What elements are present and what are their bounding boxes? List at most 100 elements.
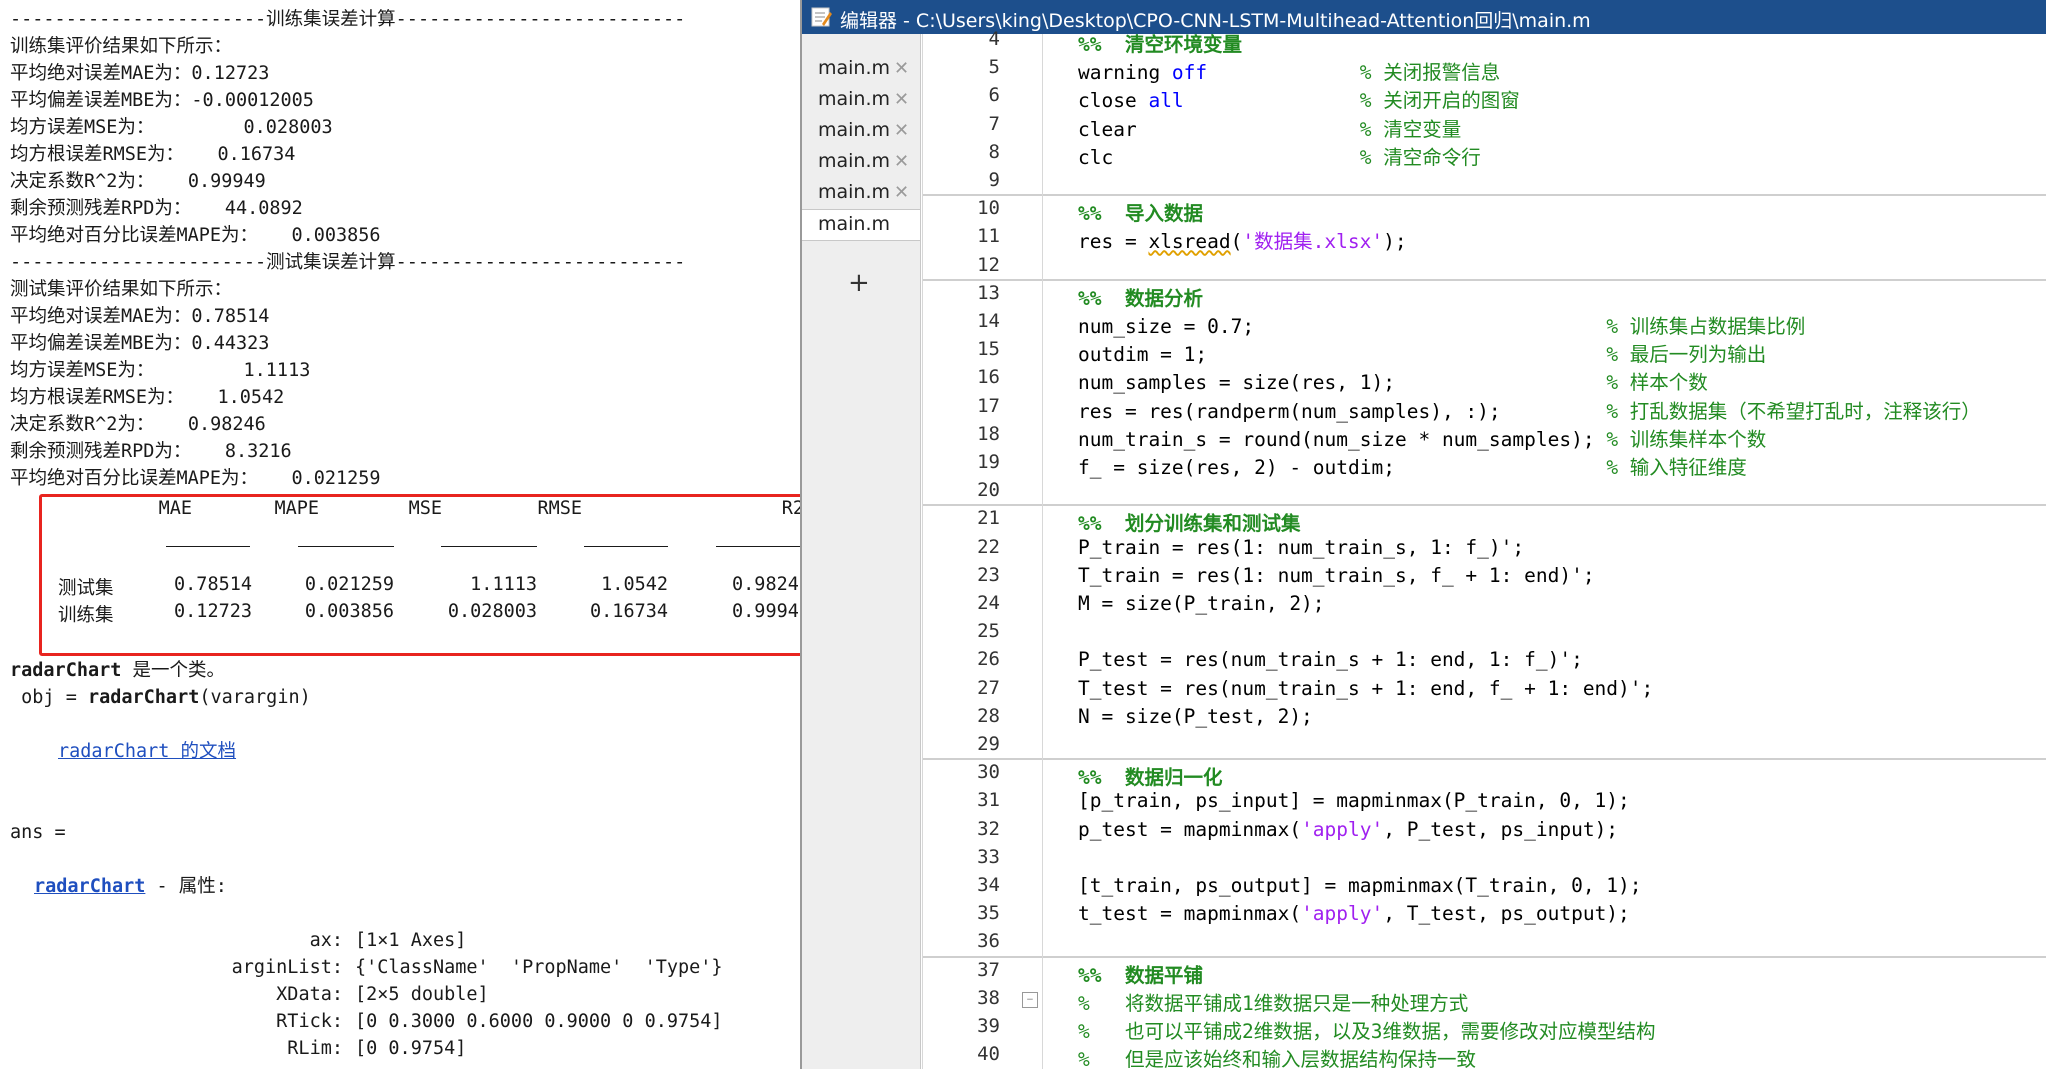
line-number: 30: [977, 761, 1000, 784]
doc-link[interactable]: radarChart 的文档: [58, 738, 236, 765]
line-number: 13: [977, 281, 1000, 304]
close-tab-icon[interactable]: ✕: [894, 58, 909, 79]
output-line: 平均偏差误差MBE为：0.44323: [10, 333, 270, 354]
file-tab-label: main.m: [818, 181, 891, 203]
file-tab[interactable]: main.m ✕: [802, 85, 920, 115]
line-number: 29: [977, 733, 1000, 755]
line-number: 10: [977, 197, 1000, 220]
obj-line-pre: obj =: [10, 687, 88, 708]
output-line: 平均绝对误差MAE为：0.12723: [10, 63, 270, 84]
command-window[interactable]: -----------------------训练集误差计算----------…: [0, 0, 800, 1069]
section-divider: [922, 504, 2046, 507]
line-number: 36: [977, 930, 1000, 953]
code-line: warning off % 关闭报警信息: [1078, 61, 1501, 85]
property-value: [0 0.3000 0.6000 0.9000 0 0.9754]: [355, 1011, 723, 1032]
ans-line: ans =: [10, 822, 66, 843]
output-line: 平均绝对百分比误差MAPE为： 0.003856: [10, 225, 381, 246]
line-number: 21: [977, 507, 1000, 530]
line-number: 14: [977, 310, 1000, 332]
gutter-divider: [922, 34, 923, 1069]
code-section-header: %% 划分训练集和测试集: [1078, 512, 1301, 536]
editor-window[interactable]: 编辑器 - C:\Users\king\Desktop\CPO-CNN-LSTM…: [800, 0, 2046, 1071]
line-number: 15: [977, 338, 1000, 361]
code-line: close all % 关闭开启的图窗: [1078, 89, 1520, 113]
property-value: [0 0.9754]: [355, 1038, 467, 1059]
property-key: RLim:: [287, 1038, 343, 1059]
line-number: 26: [977, 648, 1000, 671]
file-tab-label: main.m: [818, 150, 891, 172]
code-line: % 将数据平铺成1维数据只是一种处理方式: [1078, 991, 1469, 1015]
output-line: 平均偏差误差MBE为：-0.00012005: [10, 90, 314, 111]
fold-toggle-icon[interactable]: −: [1022, 992, 1038, 1008]
code-line: num_train_s = round(num_size * num_sampl…: [1078, 427, 1767, 451]
output-line: 剩余预测残差RPD为： 44.0892: [10, 198, 303, 219]
line-number: 39: [977, 1015, 1000, 1037]
section-divider: [922, 278, 2046, 281]
code-line: % 也可以平铺成2维数据，以及3维数据，需要修改对应模型结构: [1078, 1020, 1656, 1043]
line-number: 23: [977, 563, 1000, 586]
line-number: 33: [977, 845, 1000, 868]
code-line: N = size(P_test, 2);: [1078, 704, 1313, 728]
code-line: T_train = res(1: num_train_s, f_ + 1: en…: [1078, 563, 1595, 587]
code-line: P_test = res(num_train_s + 1: end, 1: f_…: [1078, 648, 1583, 672]
output-line: 剩余预测残差RPD为： 8.3216: [10, 441, 292, 462]
line-number-gutter: 4 5 6 7 8 9 10 11 12 13 14 15 16 17 18 19 20 21 22 23 24 25 26…: [922, 28, 1040, 1069]
file-tab[interactable]: main.m ✕: [802, 147, 920, 177]
line-number: 9: [988, 169, 1000, 191]
close-tab-icon[interactable]: ✕: [894, 120, 909, 141]
section-divider: [922, 955, 2046, 958]
line-number: 20: [977, 479, 1000, 502]
line-number: 18: [977, 422, 1000, 445]
line-number: 8: [988, 140, 1000, 163]
close-tab-icon[interactable]: ✕: [894, 151, 909, 172]
code-line: M = size(P_train, 2);: [1078, 592, 1325, 615]
line-number: 25: [977, 620, 1000, 643]
code-line: P_train = res(1: num_train_s, 1: f_)';: [1078, 535, 1525, 559]
line-number: 7: [988, 112, 1000, 135]
props-class-link[interactable]: radarChart: [34, 876, 145, 897]
line-number: 24: [977, 592, 1000, 614]
file-tab[interactable]: main.m ✕: [802, 54, 920, 84]
file-tab[interactable]: main.m ✕: [802, 178, 920, 208]
props-header: radarChart - 属性:: [34, 873, 227, 900]
add-tab-button[interactable]: +: [848, 268, 870, 298]
code-section-header: %% 导入数据: [1078, 202, 1203, 226]
line-number: 34: [977, 874, 1000, 896]
property-key: arginList:: [231, 957, 343, 978]
output-line: 均方误差MSE为： 1.1113: [10, 360, 311, 381]
doc-link-text[interactable]: radarChart 的文档: [58, 741, 236, 762]
property-key: ax:: [309, 930, 343, 951]
output-line: 均方误差MSE为： 0.028003: [10, 117, 333, 138]
line-number: 35: [977, 902, 1000, 925]
line-number: 12: [977, 253, 1000, 276]
file-tab[interactable]: main.m: [802, 209, 920, 241]
code-line: clear % 清空变量: [1078, 117, 1462, 141]
editor-icon: [811, 7, 832, 27]
code-line: p_test = mapminmax('apply', P_test, ps_i…: [1078, 817, 1619, 841]
file-tab-label: main.m: [818, 57, 891, 79]
close-tab-icon[interactable]: ✕: [894, 89, 909, 110]
close-tab-icon[interactable]: ✕: [894, 182, 909, 203]
output-line: -----------------------训练集误差计算----------…: [10, 9, 686, 30]
file-tab-label: main.m: [818, 88, 891, 110]
code-line: res = xlsread('数据集.xlsx');: [1078, 230, 1407, 254]
output-line: 决定系数R^2为： 0.98246: [10, 414, 266, 435]
section-divider: [922, 758, 2046, 761]
file-tab-label: main.m: [818, 213, 891, 235]
code-section-header: %% 数据平铺: [1078, 963, 1203, 987]
class-name: radarChart: [10, 660, 122, 681]
line-number: 32: [977, 817, 1000, 840]
line-number: 27: [977, 676, 1000, 699]
file-tab[interactable]: main.m ✕: [802, 116, 920, 146]
code-line: num_samples = size(res, 1); % 样本个数: [1078, 371, 1708, 395]
line-number: 40: [977, 1043, 1000, 1066]
code-line: [p_train, ps_input] = mapminmax(P_train,…: [1078, 789, 1630, 813]
code-line: outdim = 1; % 最后一列为输出: [1078, 343, 1767, 367]
code-section-header: %% 清空环境变量: [1078, 33, 1242, 56]
output-line: -----------------------测试集误差计算----------…: [10, 252, 686, 273]
line-number: 19: [977, 451, 1000, 473]
line-number: 28: [977, 704, 1000, 727]
code-area[interactable]: %% 清空环境变量 warning off % 关闭报警信息 close all %…: [1042, 33, 2046, 1071]
property-value: [1×1 Axes]: [355, 930, 467, 951]
property-value: {'ClassName' 'PropName' 'Type'}: [355, 957, 723, 978]
